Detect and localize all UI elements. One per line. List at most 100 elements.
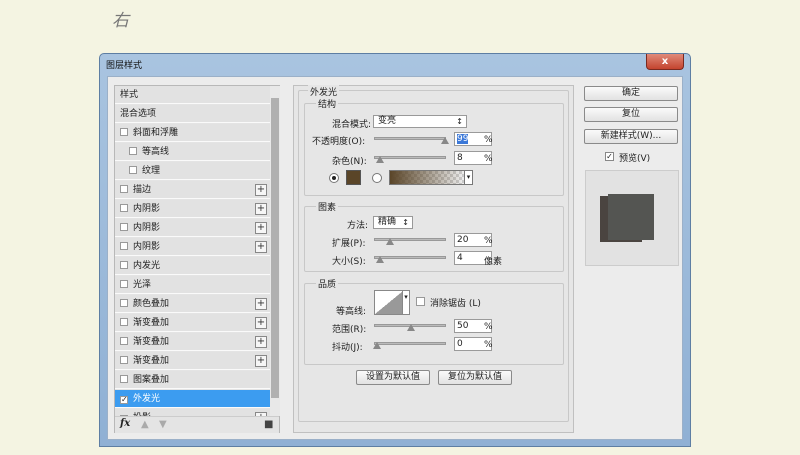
reset-button[interactable]: 复位 bbox=[584, 107, 678, 122]
slider-thumb[interactable] bbox=[376, 156, 384, 163]
plus-icon[interactable]: + bbox=[255, 317, 267, 329]
list-item[interactable]: 混合选项 bbox=[115, 105, 270, 123]
list-item[interactable]: 渐变叠加 + bbox=[115, 352, 270, 370]
plus-icon[interactable]: + bbox=[255, 241, 267, 253]
checkbox[interactable] bbox=[120, 318, 128, 326]
slider-thumb[interactable] bbox=[376, 256, 384, 263]
unit-label: % bbox=[484, 135, 493, 145]
ok-button[interactable]: 确定 bbox=[584, 86, 678, 101]
list-item-label: 描边 bbox=[133, 185, 152, 195]
list-item-label: 光泽 bbox=[133, 280, 152, 290]
checkbox[interactable]: ✓ bbox=[120, 396, 128, 404]
slider-thumb[interactable] bbox=[373, 342, 381, 349]
technique-select[interactable]: 精确 bbox=[373, 216, 413, 229]
layer-style-dialog: 图层样式 x 样式 混合选项 斜面和浮雕 等高线 纹理 描边 + 内阴影 + 内阴影 + 内阴影 + 内发… bbox=[99, 53, 691, 447]
size-label: 大小(S): bbox=[332, 257, 366, 267]
plus-icon[interactable]: + bbox=[255, 298, 267, 310]
plus-icon[interactable]: + bbox=[255, 336, 267, 348]
reset-default-button[interactable]: 复位为默认值 bbox=[438, 370, 512, 385]
fx-button[interactable]: fx bbox=[120, 418, 130, 429]
spread-label: 扩展(P): bbox=[332, 239, 366, 249]
checkbox[interactable] bbox=[120, 375, 128, 383]
list-item-label: 图案叠加 bbox=[133, 375, 170, 385]
opacity-slider[interactable] bbox=[374, 137, 449, 144]
antialias-checkbox[interactable] bbox=[416, 297, 425, 306]
scrollbar[interactable] bbox=[270, 86, 280, 416]
trash-icon[interactable]: ■ bbox=[264, 419, 273, 430]
technique-label: 方法: bbox=[347, 221, 369, 231]
list-item[interactable]: 等高线 bbox=[115, 143, 270, 161]
unit-label: % bbox=[484, 236, 493, 246]
dialog-body: 样式 混合选项 斜面和浮雕 等高线 纹理 描边 + 内阴影 + 内阴影 + 内阴影 + 内发光 光泽 颜色叠加… bbox=[107, 76, 683, 440]
list-item[interactable]: ✓ 外发光 bbox=[115, 390, 270, 408]
jitter-slider[interactable] bbox=[373, 342, 446, 349]
list-item-label: 渐变叠加 bbox=[133, 356, 170, 366]
list-item[interactable]: 颜色叠加 + bbox=[115, 295, 270, 313]
checkbox[interactable] bbox=[120, 337, 128, 345]
checkbox[interactable] bbox=[120, 185, 128, 193]
range-slider[interactable] bbox=[374, 324, 446, 331]
plus-icon[interactable]: + bbox=[255, 184, 267, 196]
preview-checkbox[interactable]: ✓ bbox=[605, 152, 614, 161]
checkbox[interactable] bbox=[120, 261, 128, 269]
jitter-label: 抖动(J): bbox=[332, 343, 363, 353]
outer-glow-panel: 外发光 结构 混合模式: 变亮 不透明度(O): 99 % 杂色(N): 8 %… bbox=[293, 85, 574, 433]
list-item[interactable]: 样式 bbox=[115, 86, 270, 104]
antialias-label: 消除锯齿 (L) bbox=[430, 299, 481, 309]
chevron-down-icon[interactable]: ▾ bbox=[402, 290, 410, 315]
slider-thumb[interactable] bbox=[386, 238, 394, 245]
glow-color-swatch[interactable] bbox=[346, 170, 361, 185]
make-default-button[interactable]: 设置为默认值 bbox=[356, 370, 430, 385]
chevron-down-icon[interactable]: ▾ bbox=[464, 170, 473, 185]
styles-list: 样式 混合选项 斜面和浮雕 等高线 纹理 描边 + 内阴影 + 内阴影 + 内阴影 + 内发光 光泽 颜色叠加… bbox=[114, 85, 280, 433]
list-item[interactable]: 内阴影 + bbox=[115, 200, 270, 218]
move-up-icon[interactable]: ▲ bbox=[141, 419, 149, 430]
checkbox[interactable] bbox=[129, 166, 137, 174]
list-item[interactable]: 内发光 bbox=[115, 257, 270, 275]
checkbox[interactable] bbox=[120, 223, 128, 231]
checkbox[interactable] bbox=[120, 280, 128, 288]
opacity-value: 99 bbox=[457, 134, 469, 144]
list-item[interactable]: 斜面和浮雕 bbox=[115, 124, 270, 142]
list-item[interactable]: 渐变叠加 + bbox=[115, 314, 270, 332]
list-item[interactable]: 描边 + bbox=[115, 181, 270, 199]
scrollbar-thumb[interactable] bbox=[271, 98, 279, 398]
list-item[interactable]: 内阴影 + bbox=[115, 219, 270, 237]
unit-label: % bbox=[484, 340, 493, 350]
preview-label: 预览(V) bbox=[619, 154, 651, 164]
gradient-radio[interactable] bbox=[372, 173, 382, 183]
close-button[interactable]: x bbox=[646, 54, 684, 70]
plus-icon[interactable]: + bbox=[255, 222, 267, 234]
slider-thumb[interactable] bbox=[407, 324, 415, 331]
checkbox[interactable] bbox=[120, 242, 128, 250]
blend-mode-select[interactable]: 变亮 bbox=[373, 115, 467, 128]
checkbox[interactable] bbox=[120, 204, 128, 212]
slider-thumb[interactable] bbox=[441, 137, 449, 144]
list-item[interactable]: 纹理 bbox=[115, 162, 270, 180]
list-item[interactable]: 内阴影 + bbox=[115, 238, 270, 256]
list-item[interactable]: 渐变叠加 + bbox=[115, 333, 270, 351]
list-item-label: 渐变叠加 bbox=[133, 337, 170, 347]
list-item[interactable]: 光泽 bbox=[115, 276, 270, 294]
noise-slider[interactable] bbox=[374, 156, 446, 163]
new-style-button[interactable]: 新建样式(W)... bbox=[584, 129, 678, 144]
gradient-picker[interactable] bbox=[389, 170, 465, 185]
list-item-label: 内发光 bbox=[133, 261, 161, 271]
preview-box bbox=[585, 170, 679, 266]
list-item[interactable]: 图案叠加 bbox=[115, 371, 270, 389]
move-down-icon[interactable]: ▼ bbox=[159, 419, 167, 430]
plus-icon[interactable]: + bbox=[255, 203, 267, 215]
size-slider[interactable] bbox=[374, 256, 446, 263]
checkbox[interactable] bbox=[120, 128, 128, 136]
plus-icon[interactable]: + bbox=[255, 355, 267, 367]
checkbox[interactable] bbox=[120, 356, 128, 364]
list-item-label: 渐变叠加 bbox=[133, 318, 170, 328]
unit-label: % bbox=[484, 154, 493, 164]
checkbox[interactable] bbox=[120, 299, 128, 307]
contour-picker[interactable] bbox=[374, 290, 404, 315]
size-unit-label: 像素 bbox=[484, 257, 503, 267]
list-item-label: 混合选项 bbox=[120, 109, 157, 119]
spread-slider[interactable] bbox=[374, 238, 446, 245]
color-radio[interactable] bbox=[329, 173, 339, 183]
checkbox[interactable] bbox=[129, 147, 137, 155]
